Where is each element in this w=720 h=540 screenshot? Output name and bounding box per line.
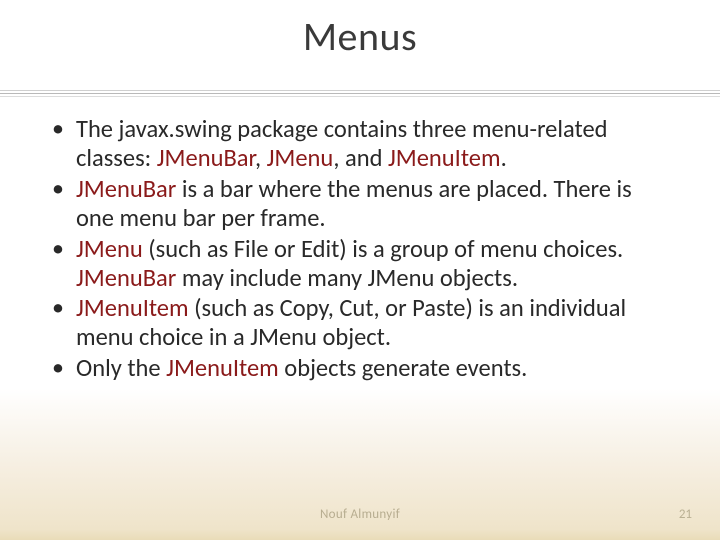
bullet-text: objects generate events. — [279, 353, 528, 383]
separator-line — [0, 93, 720, 94]
page-number: 21 — [679, 507, 692, 522]
bullet-list: The javax.swing package contains three m… — [48, 115, 672, 383]
title-wrap: Menus — [0, 12, 720, 61]
bullet-item: JMenuBar is a bar where the menus are pl… — [48, 175, 672, 233]
bullet-item: JMenu (such as File or Edit) is a group … — [48, 235, 672, 293]
bullet-text: . — [501, 143, 507, 173]
bullet-text: (such as File or Edit) is a group of men… — [143, 234, 624, 264]
bullet-text: may include many JMenu objects. — [176, 263, 518, 293]
keyword: JMenuItem — [166, 353, 279, 383]
keyword: JMenu — [76, 234, 143, 264]
keyword: JMenu — [267, 143, 334, 173]
separator-line — [0, 96, 720, 97]
keyword: JMenuItem — [388, 143, 501, 173]
keyword: JMenuBar — [157, 143, 255, 173]
slide: Menus The javax.swing package contains t… — [0, 0, 720, 540]
keyword: JMenuItem — [76, 293, 189, 323]
content-area: The javax.swing package contains three m… — [48, 115, 672, 385]
keyword: JMenuBar — [76, 263, 176, 293]
footer-author: Nouf Almunyif — [0, 507, 720, 522]
bullet-text: Only the — [76, 353, 166, 383]
bullet-text: , — [255, 143, 267, 173]
keyword: JMenuBar — [76, 174, 176, 204]
bullet-item: JMenuItem (such as Copy, Cut, or Paste) … — [48, 294, 672, 352]
bullet-text: , and — [333, 143, 388, 173]
slide-title: Menus — [303, 12, 417, 61]
separator-line — [0, 90, 720, 91]
bullet-item: The javax.swing package contains three m… — [48, 115, 672, 173]
bullet-item: Only the JMenuItem objects generate even… — [48, 354, 672, 383]
title-separator — [0, 90, 720, 98]
